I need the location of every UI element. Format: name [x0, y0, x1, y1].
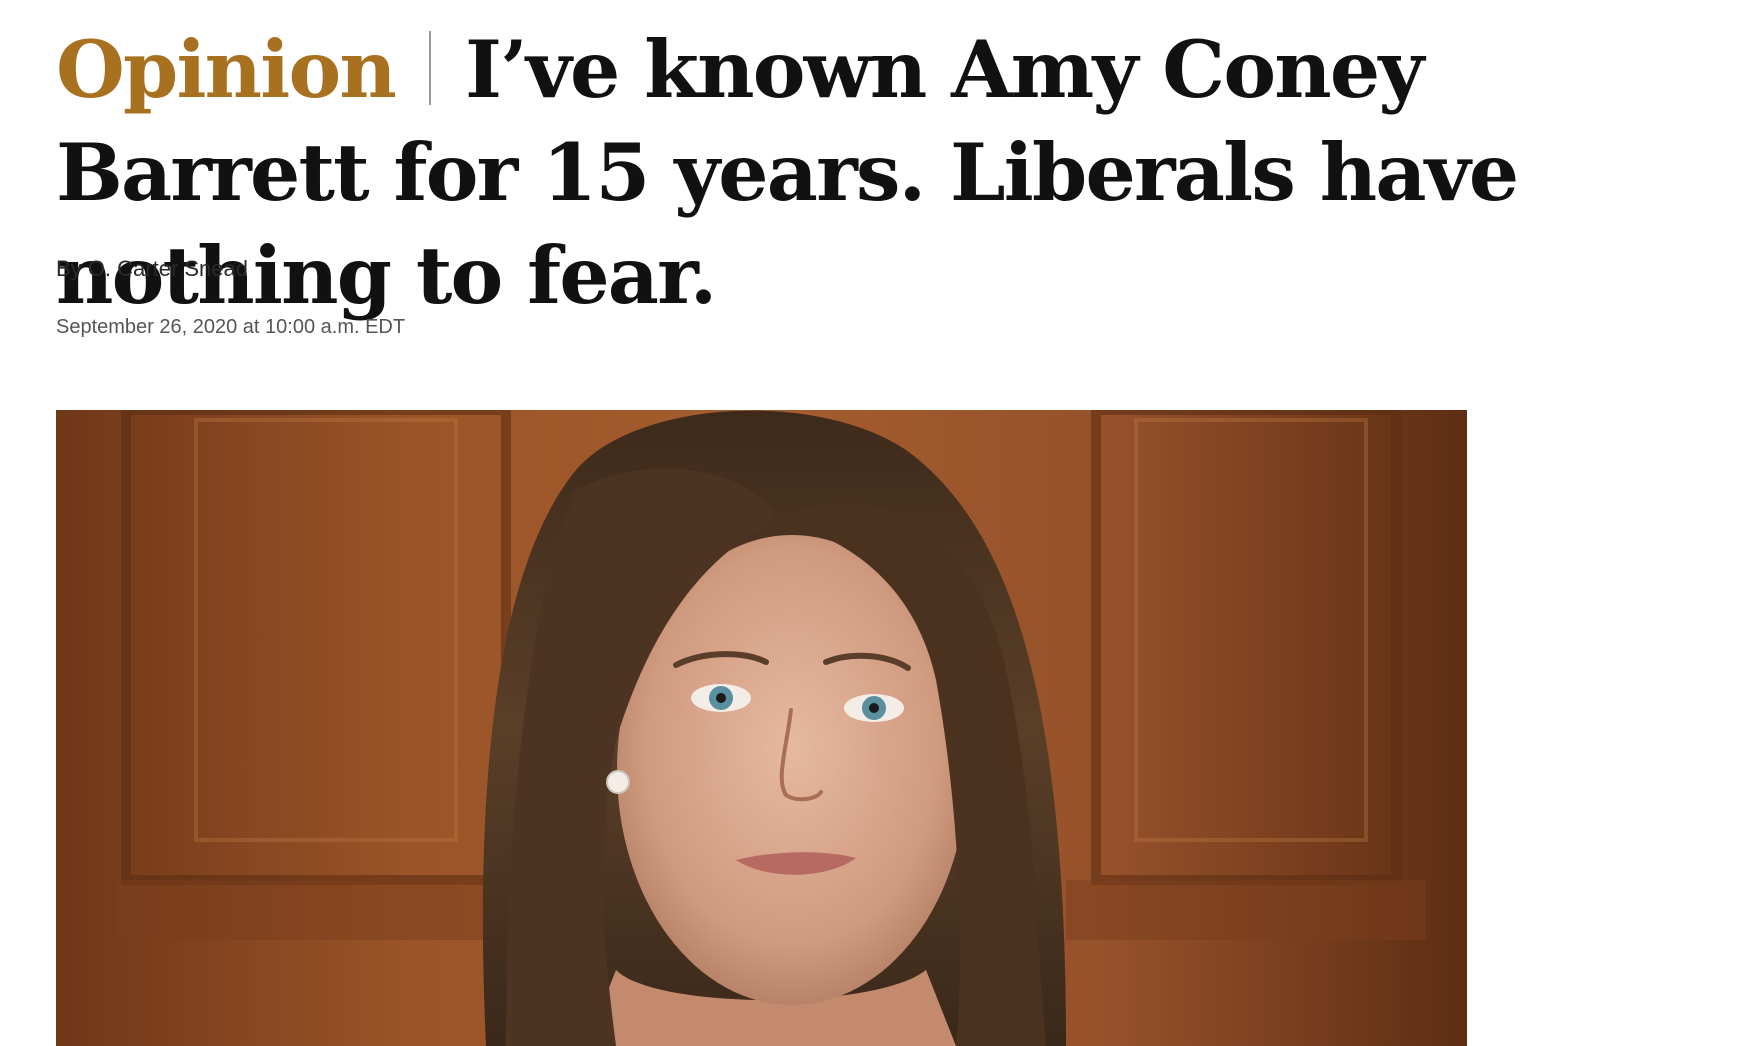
headline: Opinion I’ve known Amy Coney Barrett for … [56, 18, 1716, 327]
opinion-kicker[interactable]: Opinion [56, 23, 397, 116]
byline: By O. Carter Snead [56, 256, 248, 282]
article-header: Opinion I’ve known Amy Coney Barrett for … [56, 18, 1716, 327]
author-link[interactable]: O. Carter Snead [88, 256, 248, 281]
lead-image [56, 410, 1467, 1046]
publish-timestamp: September 26, 2020 at 10:00 a.m. EDT [56, 316, 406, 338]
portrait-photo [56, 410, 1467, 1046]
byline-prefix: By [56, 256, 82, 281]
kicker-divider [429, 31, 432, 105]
